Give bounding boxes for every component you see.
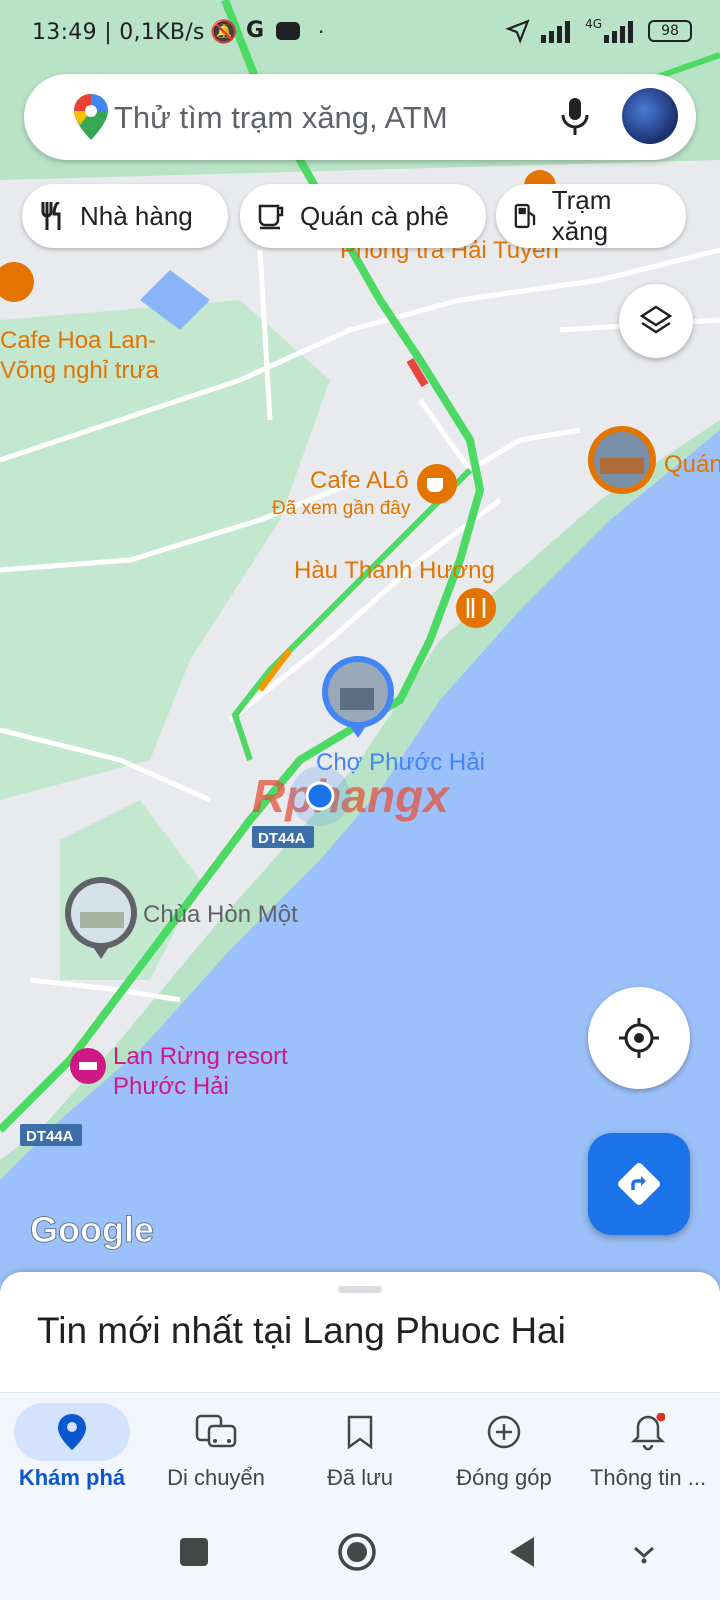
restaurant-icon xyxy=(41,202,61,230)
nav-label: Di chuyển xyxy=(167,1465,265,1490)
nav-label: Khám phá xyxy=(18,1465,126,1490)
chip-restaurants[interactable]: Nhà hàng xyxy=(22,184,228,248)
directions-icon xyxy=(618,1163,660,1205)
poi-label-lan-rung[interactable]: Lan Rừng resort xyxy=(113,1043,288,1070)
coffee-cup-icon xyxy=(427,478,443,492)
nav-explore[interactable]: Khám phá xyxy=(0,1393,144,1501)
google-logo: Google xyxy=(30,1209,154,1250)
my-location-button[interactable] xyxy=(588,987,690,1089)
crosshair-icon xyxy=(619,1018,659,1058)
status-time-speed: 13:49 | 0,1KB/s xyxy=(32,20,205,45)
nav-updates[interactable]: Thông tin ... xyxy=(576,1393,720,1501)
road-shield-label: DT44A xyxy=(258,830,306,847)
poi-label-hau-thanh-huong[interactable]: Hàu Thanh Hương xyxy=(294,557,495,584)
nav-label: Đã lưu xyxy=(326,1465,394,1490)
watermark-text: Rphangx xyxy=(252,770,451,822)
poi-label-cafe-hoa-lan-2[interactable]: Võng nghỉ trưa xyxy=(0,357,159,384)
chip-gas-stations[interactable]: Trạm xăng xyxy=(496,184,686,248)
add-circle-icon xyxy=(487,1415,521,1449)
system-navigation-bar xyxy=(0,1500,720,1600)
nav-contribute[interactable]: Đóng góp xyxy=(432,1393,576,1501)
search-input[interactable] xyxy=(112,74,556,162)
back-button[interactable] xyxy=(498,1528,546,1576)
signal-icon xyxy=(541,21,571,43)
layers-button[interactable] xyxy=(619,284,693,358)
bottom-sheet[interactable]: Tin mới nhất tại Lang Phuoc Hai xyxy=(0,1272,720,1392)
coffee-icon xyxy=(258,204,284,230)
directions-button[interactable] xyxy=(588,1133,690,1235)
network-type-label: 4G xyxy=(585,17,602,31)
nav-label: Đóng góp xyxy=(456,1465,552,1490)
avatar[interactable] xyxy=(622,88,678,144)
home-circle-icon xyxy=(338,1533,376,1571)
commute-icon xyxy=(195,1414,237,1448)
my-location-dot xyxy=(305,781,335,811)
square-icon xyxy=(180,1538,208,1566)
restaurant-pin-icon[interactable] xyxy=(456,588,496,628)
bottom-navigation: Khám phá Di chuyển Đã lưu Đóng góp Thông… xyxy=(0,1392,720,1501)
microphone-icon[interactable] xyxy=(560,98,590,136)
back-triangle-icon xyxy=(510,1537,534,1567)
poi-label-quan[interactable]: Quán xyxy=(664,451,720,478)
mute-icon: 🔕 xyxy=(210,20,238,45)
chevron-down-icon xyxy=(634,1546,654,1564)
bookmark-icon xyxy=(347,1415,373,1449)
nav-label: Thông tin ... xyxy=(589,1465,707,1490)
poi-subtitle-cafe-alo: Đã xem gần đây xyxy=(272,498,411,519)
nav-saved[interactable]: Đã lưu xyxy=(288,1393,432,1501)
recents-button[interactable] xyxy=(170,1528,218,1576)
google-maps-pin-icon xyxy=(74,94,108,140)
dot-icon: · xyxy=(318,20,325,44)
poi-label-chua-hon-mot[interactable]: Chùa Hòn Một xyxy=(143,901,298,928)
status-bar: 13:49 | 0,1KB/s 🔕 G · 4G 98 xyxy=(0,0,720,70)
layers-icon xyxy=(639,305,673,334)
poi-label-lan-rung-2[interactable]: Phước Hải xyxy=(113,1073,229,1100)
chip-cafes[interactable]: Quán cà phê xyxy=(240,184,486,248)
location-pin-icon xyxy=(58,1414,86,1450)
sheet-drag-handle[interactable] xyxy=(338,1286,382,1293)
road-shield-label: DT44A xyxy=(26,1128,74,1145)
hide-nav-button[interactable] xyxy=(620,1528,668,1576)
home-button[interactable] xyxy=(333,1528,381,1576)
sheet-title: Tin mới nhất tại Lang Phuoc Hai xyxy=(37,1310,566,1351)
search-bar[interactable] xyxy=(24,74,696,162)
google-app-icon: G xyxy=(246,18,265,43)
chip-label: Nhà hàng xyxy=(80,200,193,231)
poi-label-cafe-hoa-lan[interactable]: Cafe Hoa Lan- xyxy=(0,327,156,354)
chip-label: Trạm xăng xyxy=(551,185,612,246)
bell-icon xyxy=(631,1413,665,1451)
signal-icon-2 xyxy=(604,21,633,43)
gas-station-icon xyxy=(514,203,536,229)
nav-commute[interactable]: Di chuyển xyxy=(144,1393,288,1501)
navigation-arrow-icon xyxy=(505,19,530,44)
youtube-icon xyxy=(276,22,300,40)
poi-label-cafe-alo[interactable]: Cafe ALô xyxy=(310,467,409,494)
notification-dot xyxy=(656,1413,665,1422)
battery-indicator: 98 xyxy=(648,20,692,42)
chip-label: Quán cà phê xyxy=(300,200,449,231)
